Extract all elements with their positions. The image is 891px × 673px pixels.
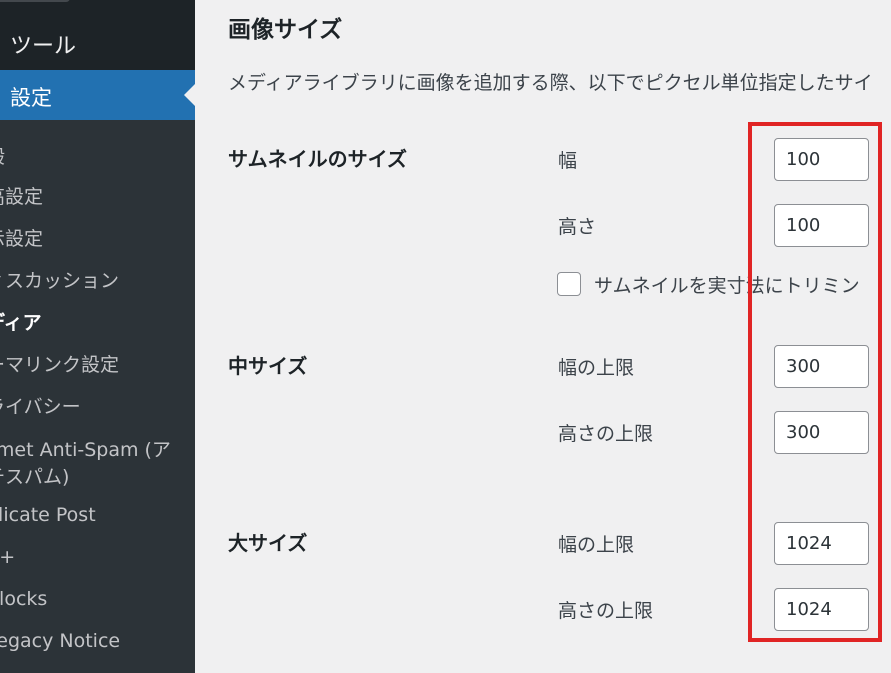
sidebar-item-settings-label: 設定 [10, 86, 52, 110]
large-width-label: 幅の上限 [558, 534, 635, 556]
section-description: メディアライブラリに画像を追加する際、以下でピクセル単位指定したサイ [228, 72, 873, 94]
section-heading: 画像サイズ [228, 17, 343, 43]
current-menu-arrow-icon [184, 84, 195, 106]
admin-sidebar: ツール 設定 般 高設定 示設定 ィスカッション ディア ーマリンク設定 ライバ… [0, 0, 195, 673]
submenu-item-general[interactable]: 般 [0, 142, 5, 169]
thumbnail-height-label: 高さ [558, 216, 597, 238]
medium-size-title: 中サイズ [228, 354, 308, 378]
submenu-item-duplicate-post[interactable]: plicate Post [0, 504, 96, 526]
sidebar-item-settings[interactable]: 設定 [0, 70, 195, 120]
large-size-title: 大サイズ [228, 531, 308, 555]
settings-content: 画像サイズ メディアライブラリに画像を追加する際、以下でピクセル単位指定したサイ… [195, 0, 891, 673]
medium-height-input[interactable] [774, 411, 869, 454]
cut-off-menu-item [0, 0, 70, 2]
large-height-input[interactable] [774, 588, 869, 631]
submenu-item-toc-plus[interactable]: C+ [0, 546, 15, 568]
submenu-item-media[interactable]: ディア [0, 308, 42, 335]
submenu-item-discussion[interactable]: ィスカッション [0, 266, 119, 293]
thumbnail-width-label: 幅 [558, 150, 578, 172]
large-width-input[interactable] [774, 522, 869, 565]
medium-width-label: 幅の上限 [558, 357, 635, 379]
sidebar-top-section: ツール [0, 0, 195, 70]
submenu-item-legacy-notice[interactable]: Legacy Notice [0, 630, 120, 652]
medium-height-label: 高さの上限 [558, 423, 654, 445]
submenu-item-akismet-line2[interactable]: チスパム) [0, 462, 69, 489]
submenu-item-blocks[interactable]: Blocks [0, 588, 47, 610]
large-height-label: 高さの上限 [558, 600, 654, 622]
thumbnail-size-title: サムネイルのサイズ [228, 147, 407, 171]
submenu-item-reading[interactable]: 示設定 [0, 224, 43, 251]
submenu-item-permalinks[interactable]: ーマリンク設定 [0, 350, 119, 377]
submenu-item-writing[interactable]: 高設定 [0, 182, 43, 209]
medium-width-input[interactable] [774, 345, 869, 388]
submenu-item-akismet[interactable]: smet Anti-Spam (ア [0, 435, 171, 462]
thumbnail-width-input[interactable] [774, 138, 869, 181]
thumbnail-crop-checkbox[interactable] [557, 272, 581, 296]
submenu-item-privacy[interactable]: ライバシー [0, 392, 81, 419]
sidebar-item-tools[interactable]: ツール [10, 28, 76, 60]
thumbnail-crop-label[interactable]: サムネイルを実寸法にトリミン [594, 271, 860, 298]
thumbnail-height-input[interactable] [774, 204, 869, 247]
